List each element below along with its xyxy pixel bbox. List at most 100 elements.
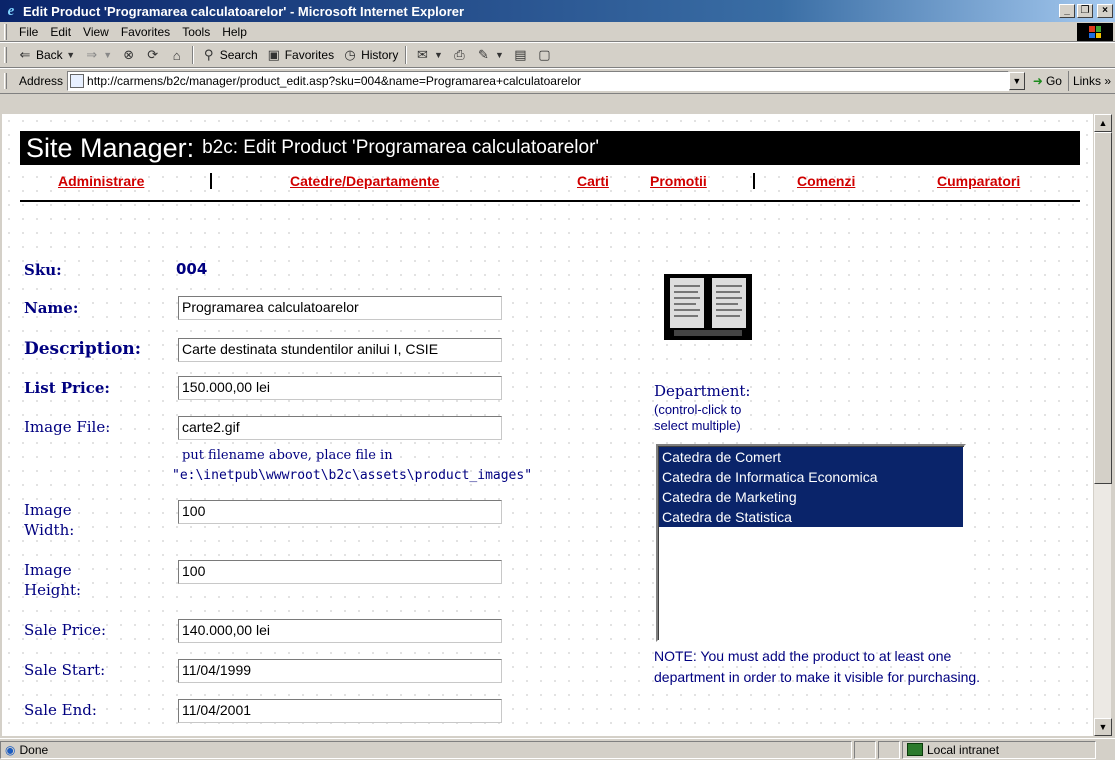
stop-button[interactable]: ⊗ [117, 44, 141, 66]
image-width-input[interactable]: 100 [178, 500, 502, 524]
sku-label: Sku: [24, 261, 62, 279]
nav-separator [210, 173, 212, 189]
site-title: Site Manager: [26, 132, 195, 163]
address-url: http://carmens/b2c/manager/product_edit.… [87, 74, 581, 88]
list-price-label: List Price: [24, 379, 110, 397]
toolbar-separator [191, 46, 194, 64]
description-input[interactable]: Carte destinata stundentilor anilui I, C… [178, 338, 502, 362]
close-button[interactable]: × [1097, 4, 1113, 18]
sale-price-input[interactable]: 140.000,00 lei [178, 619, 502, 643]
history-button[interactable]: ◷ History [338, 44, 402, 66]
dropdown-arrow-icon[interactable]: ▼ [66, 47, 76, 63]
maximize-button[interactable]: ❐ [1077, 4, 1093, 18]
image-file-label: Image File: [24, 418, 111, 436]
forward-arrow-icon: ⇒ [86, 47, 98, 62]
department-note-line-2: department in order to make it visible f… [654, 669, 981, 685]
department-option-informatica[interactable]: Catedra de Informatica Economica [659, 467, 963, 487]
vertical-scrollbar[interactable]: ▲ ▼ [1093, 114, 1112, 736]
forward-button[interactable]: ⇒ ▼ [80, 44, 117, 66]
department-option-comert[interactable]: Catedra de Comert [659, 447, 963, 467]
toolbar-grip[interactable] [4, 47, 7, 63]
menu-favorites[interactable]: Favorites [115, 25, 176, 39]
back-button[interactable]: ⇐ Back ▼ [13, 44, 80, 66]
nav-link-administrare[interactable]: Administrare [58, 173, 144, 189]
search-label: Search [219, 48, 258, 62]
status-bar: ◉ Done Local intranet [0, 738, 1115, 760]
print-icon: ⎙ [454, 47, 465, 62]
nav-link-promotii[interactable]: Promotii [650, 173, 707, 189]
nav-link-carti[interactable]: Carti [577, 173, 609, 189]
department-hint-line-1: (control-click to [654, 402, 742, 417]
address-label: Address [19, 74, 64, 88]
go-button[interactable]: ➜ Go [1025, 74, 1068, 88]
sale-start-label: Sale Start: [24, 661, 106, 679]
menu-view[interactable]: View [77, 25, 115, 39]
scroll-down-button[interactable]: ▼ [1094, 718, 1112, 736]
window-title-bar[interactable]: e Edit Product 'Programarea calculatoare… [0, 0, 1115, 22]
status-panel [878, 740, 900, 759]
image-height-label: Image [24, 561, 72, 579]
department-label: Department: [654, 382, 751, 400]
name-input[interactable]: Programarea calculatoarelor [178, 296, 502, 320]
menu-help[interactable]: Help [216, 25, 253, 39]
page-subtitle: b2c: Edit Product 'Programarea calculato… [202, 137, 600, 158]
menu-tools[interactable]: Tools [176, 25, 216, 39]
edit-button[interactable]: ✎ ▼ [471, 44, 508, 66]
sale-end-input[interactable]: 11/04/2001 [178, 699, 502, 723]
messenger-button[interactable]: ▢ [532, 44, 556, 66]
discuss-button[interactable]: ▤ [508, 44, 532, 66]
sku-value: 004 [176, 260, 208, 278]
nav-link-comenzi[interactable]: Comenzi [797, 173, 855, 189]
list-price-input[interactable]: 150.000,00 lei [178, 376, 502, 400]
site-header: Site Manager: b2c: Edit Product 'Program… [20, 131, 1080, 165]
status-text: Done [19, 742, 49, 757]
nav-separator [753, 173, 755, 189]
go-arrow-icon: ➜ [1032, 74, 1043, 88]
dropdown-arrow-icon[interactable]: ▼ [433, 47, 443, 63]
refresh-icon: ⟳ [147, 47, 159, 62]
status-text-panel: ◉ Done [0, 740, 852, 759]
nav-link-catedre[interactable]: Catedre/Departamente [290, 173, 439, 189]
nav-link-cumparatori[interactable]: Cumparatori [937, 173, 1020, 189]
search-icon: ⚲ [203, 47, 214, 62]
toolbar-grip[interactable] [4, 23, 7, 40]
status-panel [854, 740, 876, 759]
address-input[interactable]: http://carmens/b2c/manager/product_edit.… [67, 71, 1009, 91]
dropdown-arrow-icon[interactable]: ▼ [494, 47, 504, 63]
menu-file[interactable]: File [13, 25, 44, 39]
print-button[interactable]: ⎙ [447, 44, 471, 66]
history-label: History [361, 48, 399, 62]
security-zone-text: Local intranet [927, 742, 1000, 757]
image-height-input[interactable]: 100 [178, 560, 502, 584]
department-option-statistica[interactable]: Catedra de Statistica [659, 507, 963, 527]
home-icon: ⌂ [172, 47, 181, 63]
department-select[interactable]: Catedra de Comert Catedra de Informatica… [656, 444, 966, 642]
home-button[interactable]: ⌂ [165, 44, 189, 66]
favorites-label: Favorites [284, 48, 335, 62]
department-hint-line-2: select multiple) [654, 418, 741, 433]
department-hint: (control-click to select multiple) [654, 402, 741, 434]
dropdown-arrow-icon[interactable]: ▼ [103, 47, 113, 63]
refresh-button[interactable]: ⟳ [141, 44, 165, 66]
scroll-up-button[interactable]: ▲ [1094, 114, 1112, 132]
toolbar-grip[interactable] [4, 73, 7, 89]
scroll-thumb[interactable] [1094, 132, 1112, 484]
sale-start-input[interactable]: 11/04/1999 [178, 659, 502, 683]
mail-button[interactable]: ✉ ▼ [410, 44, 447, 66]
department-note: NOTE: You must add the product to at lea… [654, 646, 980, 688]
page-done-icon: ◉ [5, 742, 16, 757]
image-file-input[interactable]: carte2.gif [178, 416, 502, 440]
department-option-marketing[interactable]: Catedra de Marketing [659, 487, 963, 507]
image-path-hint: "e:\inetpub\wwwroot\b2c\assets\product_i… [172, 468, 533, 483]
favorites-button[interactable]: ▣ Favorites [262, 44, 338, 66]
edit-icon: ✎ [477, 47, 489, 62]
name-label: Name: [24, 299, 79, 317]
address-dropdown-button[interactable]: ▼ [1008, 72, 1025, 90]
menu-edit[interactable]: Edit [44, 25, 77, 39]
links-button[interactable]: Links » [1067, 71, 1115, 91]
address-bar: Address http://carmens/b2c/manager/produ… [0, 68, 1115, 94]
image-width-label-2: Width: [24, 521, 75, 539]
discuss-icon: ▤ [514, 47, 527, 62]
minimize-button[interactable]: _ [1059, 4, 1075, 18]
search-button[interactable]: ⚲ Search [197, 44, 262, 66]
